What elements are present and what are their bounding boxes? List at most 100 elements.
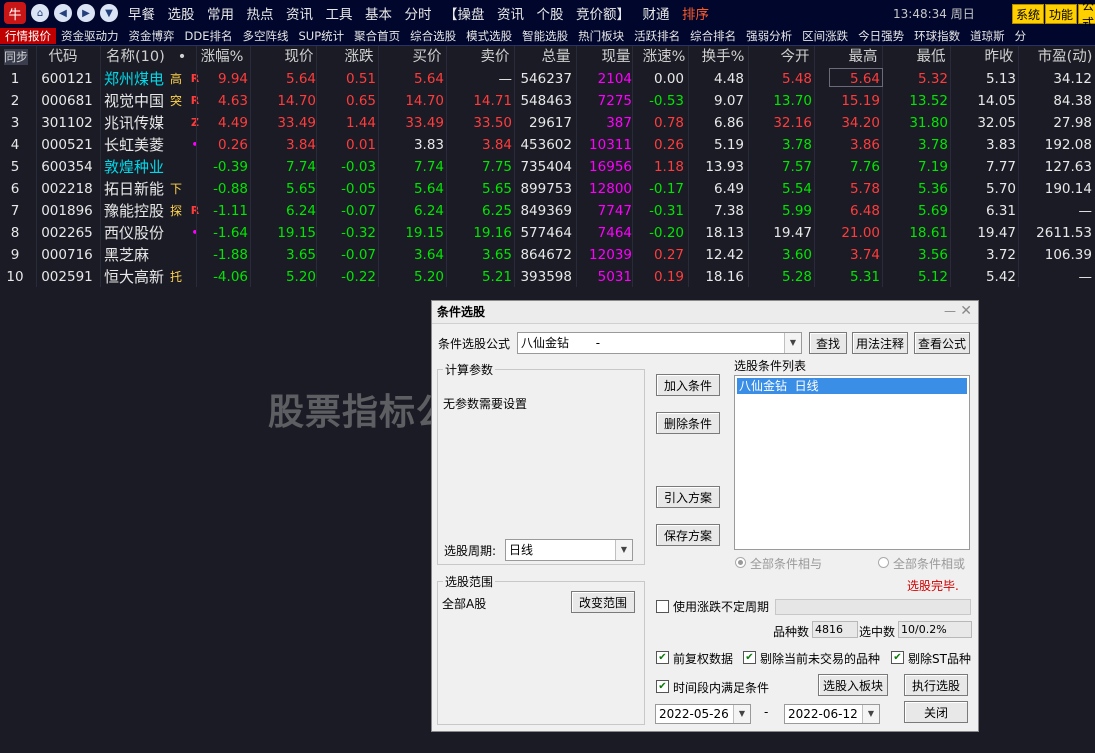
change-range-button[interactable]: 改变范围 (571, 591, 635, 613)
column-header[interactable]: 同步 (4, 49, 28, 65)
tab-17[interactable]: 道琼斯 (965, 28, 1010, 44)
period-select[interactable]: 日线 ▼ (505, 539, 633, 561)
interval-condition-checkbox[interactable]: ✔ (656, 680, 669, 693)
cell-n: 2 (10, 93, 20, 109)
use-variable-period-checkbox[interactable] (656, 600, 669, 613)
home-icon[interactable]: ⌂ (31, 4, 49, 22)
table-row[interactable]: 4 000521 长虹美菱 • 0.26 3.84 0.01 3.83 3.84 453602 10… (0, 134, 1095, 156)
menu-item-9[interactable]: 资讯 (497, 3, 524, 23)
radio-and[interactable] (735, 557, 746, 568)
table-row[interactable]: 2 000681 视觉中国突 R 4.63 14.70 0.65 14.70 14.71 5484… (0, 90, 1095, 112)
menu-item-8[interactable]: 【操盘 (444, 3, 485, 23)
formula-select[interactable]: 八仙金钻 - ▼ (517, 332, 802, 354)
menu-item-10[interactable]: 个股 (537, 3, 564, 23)
formula-button[interactable]: 公式 (1078, 0, 1095, 30)
column-header[interactable]: 现量 (599, 46, 633, 68)
table-row[interactable]: 1 600121 郑州煤电高 R 9.94 5.64 0.51 5.64—546237 2104… (0, 68, 1095, 90)
column-header[interactable]: 最高 (846, 46, 880, 68)
dropdown-icon[interactable]: ▼ (100, 4, 118, 22)
column-header[interactable]: 涨速% (641, 46, 687, 68)
column-header[interactable]: 买价 (410, 46, 444, 68)
column-header[interactable]: 市盈(动) (1036, 46, 1094, 68)
column-header[interactable]: 代码 (46, 46, 80, 68)
exclude-st-checkbox[interactable]: ✔ (891, 651, 904, 664)
tab-1[interactable]: 资金驱动力 (56, 28, 124, 44)
run-selection-button[interactable]: 执行选股 (904, 674, 968, 696)
table-row[interactable]: 9 000716 黑芝麻 -1.88 3.65 -0.07 3.64 3.65 864672 12… (0, 244, 1095, 266)
add-to-block-button[interactable]: 选股入板块 (818, 674, 888, 696)
tab-9[interactable]: 智能选股 (517, 28, 573, 44)
tab-18[interactable]: 分 (1010, 28, 1032, 44)
column-header[interactable]: 名称(10) (106, 46, 166, 68)
table-row[interactable]: 5 600354 敦煌种业 -0.39 7.74 -0.03 7.74 7.75 735404 1… (0, 156, 1095, 178)
tab-14[interactable]: 区间涨跌 (797, 28, 853, 44)
menu-item-13[interactable]: 排序 (682, 3, 709, 23)
menu-item-4[interactable]: 资讯 (286, 3, 313, 23)
system-button[interactable]: 系统 (1012, 4, 1045, 24)
cell-code: 002218 (41, 181, 93, 197)
find-button[interactable]: 查找 (809, 332, 847, 354)
tab-5[interactable]: SUP统计 (293, 28, 349, 44)
tab-15[interactable]: 今日强势 (853, 28, 909, 44)
chevron-down-icon[interactable]: ▼ (615, 540, 632, 560)
menu-item-5[interactable]: 工具 (326, 3, 353, 23)
tab-7[interactable]: 综合选股 (405, 28, 461, 44)
column-header[interactable]: 昨收 (982, 46, 1016, 68)
tab-8[interactable]: 模式选股 (461, 28, 517, 44)
import-scheme-button[interactable]: 引入方案 (656, 486, 720, 508)
close-button[interactable]: 关闭 (904, 701, 968, 723)
column-header[interactable]: • (176, 46, 188, 68)
chevron-down-icon[interactable]: ▼ (784, 333, 801, 353)
menu-item-12[interactable]: 财通 (643, 3, 670, 23)
column-header[interactable]: 卖价 (478, 46, 512, 68)
menu-item-7[interactable]: 分时 (405, 3, 432, 23)
menu-item-11[interactable]: 竞价额】 (576, 3, 630, 23)
table-row[interactable]: 3 301102 兆讯传媒 Z 4.49 33.49 1.44 33.49 33.50 29617… (0, 112, 1095, 134)
close-icon[interactable]: ✕ (960, 303, 972, 319)
table-row[interactable]: 10 002591 恒大高新托 -4.06 5.20 -0.22 5.20 5.21 39359… (0, 266, 1095, 288)
column-header[interactable]: 现价 (282, 46, 316, 68)
function-button[interactable]: 功能 (1045, 4, 1078, 24)
view-formula-button[interactable]: 查看公式 (914, 332, 970, 354)
menu-item-1[interactable]: 选股 (168, 3, 195, 23)
menu-item-0[interactable]: 早餐 (128, 3, 155, 23)
column-header[interactable]: 涨跌 (342, 46, 376, 68)
column-header[interactable]: 换手% (700, 46, 746, 68)
tab-13[interactable]: 强弱分析 (741, 28, 797, 44)
delete-condition-button[interactable]: 删除条件 (656, 412, 720, 434)
tab-2[interactable]: 资金博弈 (124, 28, 180, 44)
table-row[interactable]: 8 002265 西仪股份 • -1.64 19.15 -0.32 19.15 19.16 577… (0, 222, 1095, 244)
tab-16[interactable]: 环球指数 (909, 28, 965, 44)
tab-12[interactable]: 综合排名 (685, 28, 741, 44)
condition-list-item[interactable]: 八仙金钻 日线 (737, 378, 967, 394)
condition-list[interactable]: 八仙金钻 日线 (734, 375, 970, 550)
chevron-down-icon[interactable]: ▼ (733, 705, 750, 723)
table-row[interactable]: 7 001896 豫能控股探 R -1.11 6.24 -0.07 6.24 6.25 84936… (0, 200, 1095, 222)
tab-10[interactable]: 热门板块 (573, 28, 629, 44)
forward-adjust-checkbox[interactable]: ✔ (656, 651, 669, 664)
usage-notes-button[interactable]: 用法注释 (852, 332, 908, 354)
forward-icon[interactable]: ▶ (77, 4, 95, 22)
minimize-icon[interactable]: — (944, 304, 956, 318)
tab-11[interactable]: 活跃排名 (629, 28, 685, 44)
radio-or[interactable] (878, 557, 889, 568)
exclude-untraded-checkbox[interactable]: ✔ (743, 651, 756, 664)
tab-6[interactable]: 聚合首页 (349, 28, 405, 44)
menu-item-6[interactable]: 基本 (365, 3, 392, 23)
date-to-picker[interactable]: 2022-06-12 ▼ (784, 704, 880, 724)
add-condition-button[interactable]: 加入条件 (656, 374, 720, 396)
menu-item-2[interactable]: 常用 (207, 3, 234, 23)
table-row[interactable]: 6 002218 拓日新能下 -0.88 5.65 -0.05 5.64 5.65 899753… (0, 178, 1095, 200)
save-scheme-button[interactable]: 保存方案 (656, 524, 720, 546)
tab-0[interactable]: 行情报价 (0, 27, 56, 44)
back-icon[interactable]: ◀ (54, 4, 72, 22)
column-header[interactable]: 今开 (778, 46, 812, 68)
column-header[interactable]: 涨幅% (198, 46, 246, 68)
column-header[interactable]: 最低 (914, 46, 948, 68)
chevron-down-icon[interactable]: ▼ (862, 705, 879, 723)
menu-item-3[interactable]: 热点 (247, 3, 274, 23)
tab-3[interactable]: DDE排名 (180, 28, 238, 44)
date-from-picker[interactable]: 2022-05-26 ▼ (655, 704, 751, 724)
column-header[interactable]: 总量 (539, 46, 573, 68)
tab-4[interactable]: 多空阵线 (237, 28, 293, 44)
